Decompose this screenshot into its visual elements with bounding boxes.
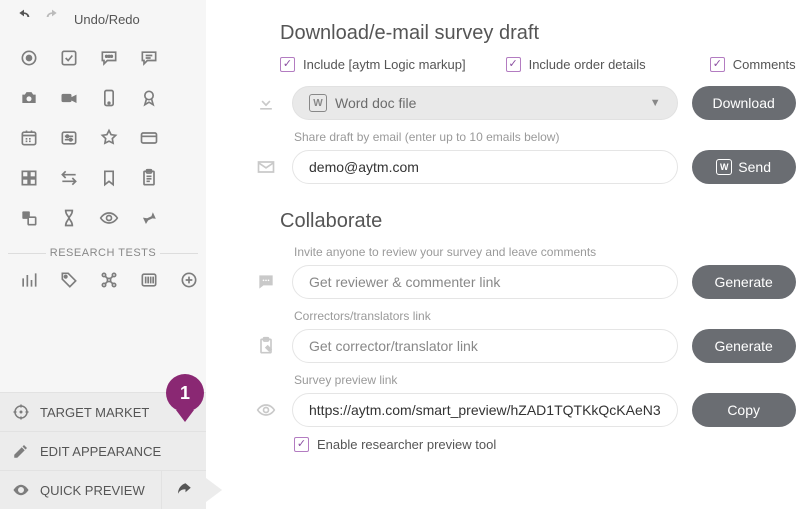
- reviewer-link-field[interactable]: Get reviewer & commenter link: [292, 265, 678, 299]
- speech-lines-icon[interactable]: [134, 45, 164, 71]
- eye-icon[interactable]: [94, 205, 124, 231]
- word-icon: W: [309, 94, 327, 112]
- download-icon: [254, 93, 278, 113]
- arrows-icon[interactable]: [54, 165, 84, 191]
- award-icon[interactable]: [134, 85, 164, 111]
- preview-hint: Survey preview link: [254, 373, 796, 387]
- undo-icon[interactable]: [14, 8, 34, 31]
- clipboard-edit-icon: [254, 336, 278, 356]
- redo-icon[interactable]: [42, 8, 62, 31]
- video-icon[interactable]: [54, 85, 84, 111]
- check-icon: ✓: [506, 57, 521, 72]
- blank-icon: [174, 45, 204, 71]
- checkbox-icon[interactable]: [54, 45, 84, 71]
- comment-icon: [254, 272, 278, 292]
- camera-icon[interactable]: [14, 85, 44, 111]
- star-icon[interactable]: [94, 125, 124, 151]
- eye-outline-icon: [254, 400, 278, 420]
- format-dropdown[interactable]: W Word doc file ▼: [292, 86, 678, 120]
- reviewer-hint: Invite anyone to review your survey and …: [254, 245, 796, 259]
- share-hint: Share draft by email (enter up to 10 ema…: [254, 130, 796, 144]
- card-icon[interactable]: [134, 125, 164, 151]
- research-tests-label: RESEARCH TESTS: [0, 241, 206, 267]
- check-icon[interactable]: ✓: [294, 437, 309, 452]
- download-section-title: Download/e-mail survey draft: [254, 22, 796, 45]
- chevron-down-icon: ▼: [650, 97, 661, 109]
- nav-edit-appearance-label: EDIT APPEARANCE: [40, 444, 161, 459]
- generate-reviewer-button[interactable]: Generate: [692, 265, 796, 299]
- main-panel: Download/e-mail survey draft ✓ Include […: [206, 0, 800, 509]
- barcode-icon[interactable]: [134, 267, 164, 293]
- nav-target-market[interactable]: TARGET MARKET: [0, 392, 206, 431]
- radio-icon[interactable]: [14, 45, 44, 71]
- check-include-logic[interactable]: ✓ Include [aytm Logic markup]: [280, 57, 466, 72]
- research-tests-row: [0, 267, 206, 305]
- nav-quick-preview-label: QUICK PREVIEW: [40, 483, 145, 498]
- check-icon: ✓: [710, 57, 725, 72]
- word-icon: W: [716, 159, 732, 175]
- check-include-order[interactable]: ✓ Include order details: [506, 57, 646, 72]
- nav-edit-appearance[interactable]: EDIT APPEARANCE: [0, 431, 206, 470]
- share-button[interactable]: [162, 471, 206, 509]
- question-type-grid: [0, 37, 206, 241]
- calendar-icon[interactable]: [14, 125, 44, 151]
- undo-redo-label: Undo/Redo: [74, 12, 140, 27]
- check-comments[interactable]: ✓ Comments: [710, 57, 796, 72]
- email-input[interactable]: demo@aytm.com: [292, 150, 678, 184]
- layers-icon[interactable]: [14, 205, 44, 231]
- plus-circle-icon[interactable]: [174, 267, 204, 293]
- enable-researcher-label: Enable researcher preview tool: [317, 437, 496, 452]
- bookmark-icon[interactable]: [94, 165, 124, 191]
- grid-icon[interactable]: [14, 165, 44, 191]
- preview-link-field[interactable]: https://aytm.com/smart_preview/hZAD1TQTK…: [292, 393, 678, 427]
- speech-icon[interactable]: [94, 45, 124, 71]
- network-icon[interactable]: [94, 267, 124, 293]
- sidebar: Undo/Redo RESEARCH TESTS: [0, 0, 206, 509]
- bar-chart-icon[interactable]: [14, 267, 44, 293]
- send-button[interactable]: W Send: [692, 150, 796, 184]
- tag-icon[interactable]: [54, 267, 84, 293]
- slider-icon[interactable]: [54, 125, 84, 151]
- copy-button[interactable]: Copy: [692, 393, 796, 427]
- check-icon: ✓: [280, 57, 295, 72]
- generate-corrector-button[interactable]: Generate: [692, 329, 796, 363]
- clipboard-icon[interactable]: [134, 165, 164, 191]
- collaborate-section-title: Collaborate: [254, 210, 796, 233]
- pin-icon[interactable]: [134, 205, 164, 231]
- corrector-hint: Correctors/translators link: [254, 309, 796, 323]
- hourglass-icon[interactable]: [54, 205, 84, 231]
- mobile-icon[interactable]: [94, 85, 124, 111]
- mail-icon: [254, 157, 278, 177]
- nav-quick-preview[interactable]: QUICK PREVIEW: [0, 471, 162, 509]
- download-button[interactable]: Download: [692, 86, 796, 120]
- nav-target-market-label: TARGET MARKET: [40, 405, 149, 420]
- corrector-link-field[interactable]: Get corrector/translator link: [292, 329, 678, 363]
